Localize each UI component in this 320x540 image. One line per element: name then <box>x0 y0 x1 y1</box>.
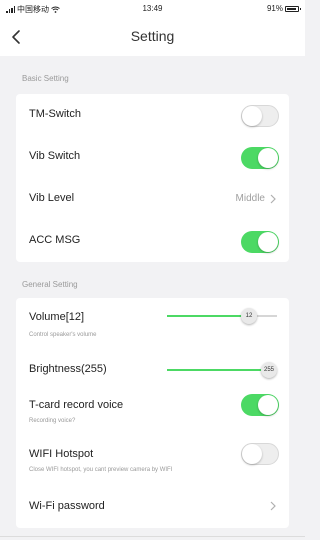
battery-percent: 91% <box>266 4 283 13</box>
tm-switch-label: TM-Switch <box>29 108 81 120</box>
brightness-slider[interactable]: 255 <box>167 362 277 378</box>
tm-switch-row: TM-Switch <box>16 94 289 136</box>
vib-level-value: Middle <box>235 193 265 204</box>
vib-level-row[interactable]: Vib Level Middle <box>16 178 289 220</box>
volume-description: Control speaker's volume <box>29 332 97 338</box>
tcard-description: Recording voice? <box>29 418 76 424</box>
brightness-slider-thumb[interactable]: 255 <box>261 362 277 378</box>
status-right: 91% <box>266 4 301 13</box>
vib-level-label: Vib Level <box>29 192 75 204</box>
wifi-password-label: Wi-Fi password <box>29 500 105 512</box>
acc-msg-row: ACC MSG <box>16 220 289 262</box>
vib-switch-toggle[interactable] <box>241 147 279 169</box>
volume-slider-thumb[interactable]: 12 <box>241 308 257 324</box>
battery-icon <box>285 5 301 12</box>
bottom-divider <box>0 536 305 537</box>
wifi-hotspot-label: WIFI Hotspot <box>29 448 94 460</box>
chevron-right-icon <box>270 194 276 204</box>
wifi-hotspot-row: WIFI Hotspot Close WIFI hotspot, you can… <box>16 436 289 484</box>
tcard-row: T-card record voice Recording voice? <box>16 390 289 436</box>
status-bar: 中国移动 13:49 91% <box>0 0 305 18</box>
general-settings-card: Volume[12] Control speaker's volume 12 B… <box>16 298 289 528</box>
chevron-right-icon <box>270 501 276 511</box>
section-label-basic: Basic Setting <box>22 74 69 83</box>
status-time: 13:49 <box>142 4 163 13</box>
acc-msg-label: ACC MSG <box>29 234 81 246</box>
brightness-label: Brightness(255) <box>29 363 107 375</box>
tcard-label: T-card record voice <box>29 399 124 411</box>
page-title: Setting <box>130 28 175 44</box>
wifi-hotspot-toggle[interactable] <box>241 443 279 465</box>
vib-switch-label: Vib Switch <box>29 150 81 162</box>
volume-slider[interactable]: 12 <box>167 308 277 324</box>
vib-switch-row: Vib Switch <box>16 136 289 178</box>
volume-label: Volume[12] <box>29 311 85 323</box>
basic-settings-card: TM-Switch Vib Switch Vib Level Middle AC… <box>16 94 289 262</box>
brightness-row: Brightness(255) 255 <box>16 348 289 390</box>
volume-row: Volume[12] Control speaker's volume 12 <box>16 298 289 348</box>
wifi-hotspot-description: Close WIFI hotspot, you cant preview cam… <box>29 467 173 473</box>
acc-msg-toggle[interactable] <box>241 231 279 253</box>
nav-bar: Setting <box>0 18 305 56</box>
tm-switch-toggle[interactable] <box>241 105 279 127</box>
section-label-general: General Setting <box>22 280 78 289</box>
tcard-toggle[interactable] <box>241 394 279 416</box>
wifi-password-row[interactable]: Wi-Fi password <box>16 484 289 528</box>
